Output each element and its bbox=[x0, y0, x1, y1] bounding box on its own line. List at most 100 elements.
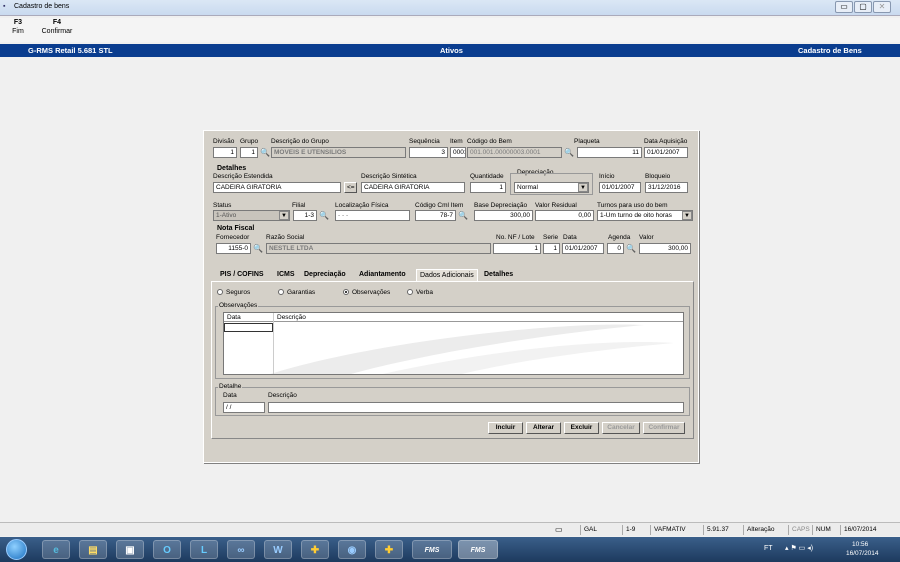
quantidade-field[interactable]: 1 bbox=[470, 182, 506, 193]
plaqueta-label: Plaqueta bbox=[574, 138, 600, 145]
radio-garantias[interactable]: Garantias bbox=[278, 289, 315, 296]
nf-label: No. NF / Lote bbox=[496, 234, 535, 241]
window-title: Cadastro de bens bbox=[14, 3, 70, 10]
divisao-field[interactable]: 1 bbox=[213, 147, 237, 158]
nf-field[interactable]: 1 bbox=[493, 243, 541, 254]
binoculars-icon[interactable]: 🔍 bbox=[259, 148, 271, 158]
agenda-label: Agenda bbox=[608, 234, 631, 241]
asset-form-panel: Divisão Grupo Descrição do Grupo Sequênc… bbox=[203, 130, 699, 463]
clock-time[interactable]: 10:56 bbox=[852, 541, 868, 548]
title-bar: ▪ Cadastro de bens ▭ ▢ ✕ bbox=[0, 0, 900, 16]
codigo-cml-field[interactable]: 78-7 bbox=[415, 210, 456, 221]
tab-depreciacao[interactable]: Depreciação bbox=[301, 269, 349, 281]
status-bar: ▭ GAL 1-9 VAFMATIV 5.91.37 Alteração CAP… bbox=[0, 522, 900, 536]
codigo-bem-label: Código do Bem bbox=[467, 138, 512, 145]
ie-icon[interactable]: e bbox=[42, 540, 70, 559]
grid-col-data: Data bbox=[227, 314, 241, 321]
status-caps: CAPS bbox=[788, 525, 812, 535]
inicio-field[interactable]: 01/01/2007 bbox=[599, 182, 641, 193]
f3-fim-button[interactable]: F3 Fim bbox=[8, 18, 28, 36]
tab-detalhes[interactable]: Detalhes bbox=[481, 269, 516, 281]
app-icon[interactable]: ✚ bbox=[301, 540, 329, 559]
maximize-button[interactable]: ▢ bbox=[854, 1, 872, 13]
tab-icms[interactable]: ICMS bbox=[274, 269, 298, 281]
binoculars-icon[interactable]: 🔍 bbox=[563, 148, 575, 158]
chevron-down-icon[interactable]: ▼ bbox=[578, 183, 588, 192]
app-icon[interactable]: ◉ bbox=[338, 540, 366, 559]
header-bar: G-RMS Retail 5.681 STL Ativos Cadastro d… bbox=[0, 44, 900, 57]
desc-estendida-label: Descrição Estendida bbox=[213, 173, 273, 180]
divisao-label: Divisão bbox=[213, 138, 235, 145]
minimize-button[interactable]: ▭ bbox=[835, 1, 853, 13]
document-icon: ▭ bbox=[555, 525, 563, 534]
outlook-icon[interactable]: O bbox=[153, 540, 181, 559]
radio-observacoes[interactable]: Observações bbox=[343, 289, 390, 296]
observacoes-grid[interactable]: Data Descrição bbox=[223, 312, 684, 375]
grupo-field[interactable]: 1 bbox=[240, 147, 258, 158]
tab-adiantamento[interactable]: Adiantamento bbox=[356, 269, 409, 281]
data-nf-field[interactable]: 01/01/2007 bbox=[562, 243, 604, 254]
section-title: Ativos bbox=[440, 46, 463, 55]
desc-sintetica-field[interactable]: CADEIRA GIRATORIA bbox=[361, 182, 465, 193]
incluir-button[interactable]: Incluir bbox=[488, 422, 523, 434]
binoculars-icon[interactable]: 🔍 bbox=[625, 244, 637, 254]
localizacao-field[interactable]: - - - bbox=[335, 210, 410, 221]
alterar-button[interactable]: Alterar bbox=[526, 422, 561, 434]
localizacao-label: Localização Física bbox=[335, 202, 389, 209]
binoculars-icon[interactable]: 🔍 bbox=[318, 211, 330, 221]
binoculars-icon[interactable]: 🔍 bbox=[252, 244, 264, 254]
f4-confirmar-button[interactable]: F4 Confirmar bbox=[38, 18, 76, 36]
item-field[interactable]: 0001 bbox=[450, 147, 466, 158]
folder-icon[interactable]: ▤ bbox=[79, 540, 107, 559]
sequencia-field[interactable]: 3 bbox=[409, 147, 448, 158]
radio-seguros[interactable]: Seguros bbox=[217, 289, 250, 296]
word-icon[interactable]: W bbox=[264, 540, 292, 559]
data-aquisicao-field[interactable]: 01/01/2007 bbox=[644, 147, 688, 158]
lync-icon[interactable]: L bbox=[190, 540, 218, 559]
screen-title: Cadastro de Bens bbox=[798, 46, 862, 55]
status-mode: Alteração bbox=[743, 525, 785, 535]
fms-taskbar-item[interactable]: FMS bbox=[458, 540, 498, 559]
detalhes-section-title: Detalhes bbox=[217, 165, 247, 172]
start-button[interactable] bbox=[6, 539, 27, 560]
grid-col-descricao: Descrição bbox=[277, 314, 306, 321]
fms-taskbar-item[interactable]: FMS bbox=[412, 540, 452, 559]
detalhe-data-field[interactable]: / / bbox=[223, 402, 265, 413]
bloqueio-field[interactable]: 31/12/2016 bbox=[645, 182, 688, 193]
quantidade-label: Quantidade bbox=[470, 173, 504, 180]
serie-field[interactable]: 1 bbox=[543, 243, 560, 254]
desc-estendida-field[interactable]: CADEIRA GIRATORIA bbox=[213, 182, 341, 193]
valor-field[interactable]: 300,00 bbox=[639, 243, 691, 254]
plaqueta-field[interactable]: 11 bbox=[577, 147, 642, 158]
grid-selected-cell[interactable] bbox=[224, 323, 273, 332]
radio-verba[interactable]: Verba bbox=[407, 289, 433, 296]
app-icon[interactable]: ∞ bbox=[227, 540, 255, 559]
razao-field: NESTLE LTDA bbox=[266, 243, 491, 254]
fornecedor-field[interactable]: 1155-0 bbox=[216, 243, 251, 254]
app-icon[interactable]: ✚ bbox=[375, 540, 403, 559]
close-button[interactable]: ✕ bbox=[873, 1, 891, 13]
tab-pis-cofins[interactable]: PIS / COFINS bbox=[217, 269, 267, 281]
turnos-select[interactable]: 1-Um turno de oito horas bbox=[597, 210, 693, 221]
function-key-bar: F3 Fim F4 Confirmar bbox=[0, 18, 900, 42]
filial-field[interactable]: 1-3 bbox=[293, 210, 317, 221]
desc-sintetica-label: Descrição Sintética bbox=[361, 173, 417, 180]
excluir-button[interactable]: Excluir bbox=[564, 422, 599, 434]
status-user: GAL bbox=[580, 525, 620, 535]
tab-dados-adicionais[interactable]: Dados Adicionais bbox=[416, 269, 478, 281]
language-indicator[interactable]: FT bbox=[764, 545, 773, 552]
taskbar: e ▤ ▣ O L ∞ W ✚ ◉ ✚ FMS FMS FT ▴ ⚑ ▭ ◂) … bbox=[0, 537, 900, 562]
media-icon[interactable]: ▣ bbox=[116, 540, 144, 559]
base-dep-field[interactable]: 300,00 bbox=[474, 210, 533, 221]
confirmar-button: Confirmar bbox=[643, 422, 685, 434]
detalhe-desc-label: Descrição bbox=[268, 392, 297, 399]
clock-date[interactable]: 16/07/2014 bbox=[846, 550, 879, 557]
chevron-down-icon[interactable]: ▼ bbox=[682, 211, 692, 220]
detalhe-desc-field[interactable] bbox=[268, 402, 684, 413]
observacoes-title: Observações bbox=[218, 302, 259, 309]
copy-description-button[interactable]: <= bbox=[344, 182, 357, 193]
valor-residual-field[interactable]: 0,00 bbox=[535, 210, 594, 221]
agenda-field[interactable]: 0 bbox=[607, 243, 624, 254]
tray-icons[interactable]: ▴ ⚑ ▭ ◂) bbox=[785, 544, 813, 552]
binoculars-icon[interactable]: 🔍 bbox=[457, 211, 469, 221]
